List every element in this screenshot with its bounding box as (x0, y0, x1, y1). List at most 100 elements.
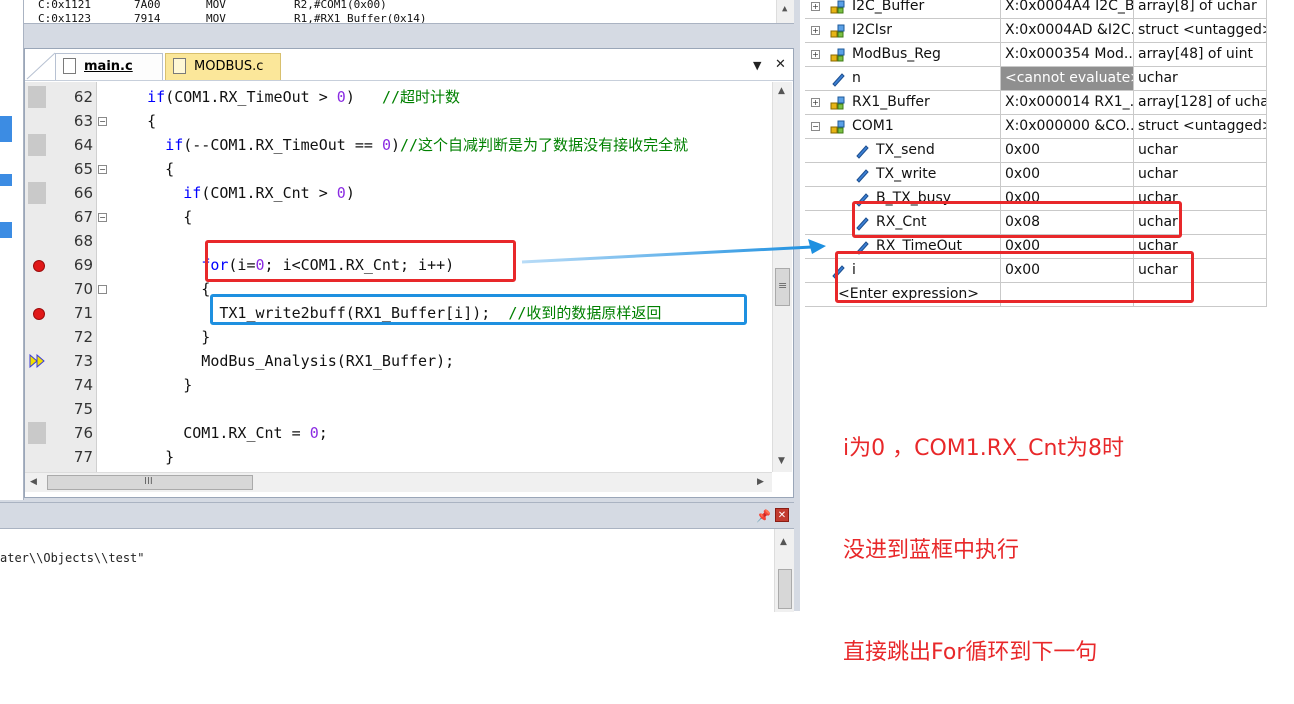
breakpoint-cell[interactable] (28, 182, 46, 204)
tab-dropdown-icon[interactable]: ▼ (753, 59, 761, 72)
code-line[interactable]: if(COM1.RX_TimeOut > 0) //超时计数 (111, 85, 460, 109)
gutter-row[interactable]: 72 (25, 325, 97, 349)
scroll-right-icon[interactable]: ▶ (757, 477, 764, 487)
expand-icon[interactable]: + (811, 50, 820, 59)
disassembly-line: C:0x1123 7914 MOV R1,#RX1_Buffer(0x14) (38, 12, 427, 24)
tab-main-c[interactable]: main.c (55, 53, 163, 80)
watch-row[interactable]: + I2C_Buffer X:0x0004A4 I2C_B...array[8] o… (805, 0, 1267, 19)
var-icon (856, 169, 869, 183)
fold-toggle-icon[interactable]: − (98, 117, 107, 126)
watch-row[interactable]: TX_write 0x00 uchar (805, 163, 1267, 187)
output-scrollbar[interactable]: ▲ (774, 529, 794, 612)
code-line[interactable]: { (111, 277, 210, 301)
close-icon[interactable]: ✕ (775, 508, 789, 522)
scroll-down-icon[interactable]: ▼ (778, 456, 785, 466)
highlight-for-loop-box (205, 240, 516, 282)
code-line[interactable]: { (111, 157, 174, 181)
expand-icon[interactable]: + (811, 98, 820, 107)
watch-row[interactable]: − COM1 X:0x000000 &CO... struct <untagged> (805, 115, 1267, 139)
scroll-thumb[interactable]: ≡ (775, 268, 790, 306)
watch-value[interactable]: X:0x0004A4 I2C_B... (1000, 0, 1133, 18)
code-line[interactable]: } (111, 373, 192, 397)
gutter-row[interactable]: 67 (25, 205, 97, 229)
watch-value[interactable]: X:0x000014 RX1_... (1000, 91, 1133, 114)
watch-value[interactable]: <cannot evaluate> (1000, 67, 1133, 90)
breakpoint-cell[interactable] (28, 134, 46, 156)
watch-name: ModBus_Reg (852, 46, 941, 62)
watch-row[interactable]: n <cannot evaluate> uchar (805, 67, 1267, 91)
close-icon[interactable]: ✕ (775, 57, 786, 72)
gutter-row[interactable]: 70 (25, 277, 97, 301)
side-strip-accent[interactable] (0, 222, 12, 238)
vertical-scrollbar[interactable]: ▲ ≡ ▼ (772, 82, 792, 472)
code-line[interactable]: if(--COM1.RX_TimeOut == 0)//这个自减判断是为了数据没… (111, 133, 688, 157)
gutter-row[interactable]: 64 (25, 133, 97, 157)
watch-value[interactable]: X:0x000354 Mod... (1000, 43, 1133, 66)
collapse-icon[interactable]: − (811, 122, 820, 131)
code-line[interactable]: { (111, 109, 156, 133)
line-number: 73 (73, 352, 93, 370)
horizontal-scrollbar[interactable]: ◀ III ▶ (25, 472, 772, 492)
gutter-row[interactable]: 63 (25, 109, 97, 133)
code-line[interactable]: } (111, 445, 174, 469)
code-line[interactable]: { (111, 205, 192, 229)
gutter-row[interactable]: 76 (25, 421, 97, 445)
watch-type: uchar (1133, 139, 1267, 162)
watch-row[interactable]: + I2CIsr X:0x0004AD &I2C... struct <untagge… (805, 19, 1267, 43)
code-line[interactable]: if(COM1.RX_Cnt > 0) (111, 181, 355, 205)
watch-value[interactable]: 0x00 (1000, 163, 1133, 186)
gutter-row[interactable]: 69 (25, 253, 97, 277)
line-number: 68 (73, 232, 93, 250)
watch-row[interactable]: + RX1_Buffer X:0x000014 RX1_... array[128] … (805, 91, 1267, 115)
fold-toggle-icon[interactable] (98, 285, 107, 294)
gutter-row[interactable]: 62 (25, 85, 97, 109)
breakpoint-icon[interactable] (33, 308, 45, 320)
pin-icon[interactable]: 📌 (756, 509, 771, 523)
expand-icon[interactable]: + (811, 26, 820, 35)
scroll-thumb[interactable]: III (47, 475, 253, 490)
breakpoint-cell[interactable] (28, 86, 46, 108)
scroll-left-icon[interactable]: ◀ (30, 477, 37, 487)
watch-value[interactable]: 0x00 (1000, 139, 1133, 162)
watch-name: COM1 (852, 118, 894, 134)
gutter-row[interactable]: 71 (25, 301, 97, 325)
disassembly-pane: C:0x1121 7A00 MOV R2,#COM1(0x00) C:0x112… (24, 0, 794, 24)
expand-icon[interactable]: + (811, 2, 820, 11)
breakpoint-cell[interactable] (28, 254, 46, 276)
watch-row[interactable]: TX_send 0x00 uchar (805, 139, 1267, 163)
watch-name: I2C_Buffer (852, 0, 925, 14)
breakpoint-cell[interactable] (28, 302, 46, 324)
scroll-up-icon[interactable]: ▲ (780, 537, 787, 547)
side-strip-accent[interactable] (0, 174, 12, 186)
annotation-line: 没进到蓝框中执行 (843, 538, 1020, 563)
scroll-thumb[interactable] (778, 569, 792, 609)
gutter-row[interactable]: 66 (25, 181, 97, 205)
breakpoint-cell[interactable] (28, 422, 46, 444)
annotation-line: 直接跳出For循环到下一句 (843, 640, 1098, 665)
file-icon (63, 58, 76, 74)
watch-type: uchar (1133, 67, 1267, 90)
side-strip-accent[interactable] (0, 116, 12, 142)
gutter-row[interactable]: 73 (25, 349, 97, 373)
line-number: 76 (73, 424, 93, 442)
code-line[interactable]: } (111, 325, 210, 349)
var-icon (832, 73, 845, 87)
code-line[interactable]: ModBus_Analysis(RX1_Buffer); (111, 349, 454, 373)
gutter-row[interactable]: 74 (25, 373, 97, 397)
fold-toggle-icon[interactable]: − (98, 165, 107, 174)
gutter-row[interactable]: 77 (25, 445, 97, 469)
gutter-row[interactable]: 65 (25, 157, 97, 181)
watch-value[interactable]: X:0x0004AD &I2C... (1000, 19, 1133, 42)
watch-type: struct <untagged> (1133, 115, 1267, 138)
tab-modbus-c[interactable]: MODBUS.c (165, 53, 281, 80)
line-number: 67 (73, 208, 93, 226)
fold-toggle-icon[interactable]: − (98, 213, 107, 222)
watch-value[interactable]: X:0x000000 &CO... (1000, 115, 1133, 138)
disassembly-scrollbar[interactable]: ▲ (776, 0, 794, 23)
breakpoint-icon[interactable] (33, 260, 45, 272)
code-line[interactable]: COM1.RX_Cnt = 0; (111, 421, 328, 445)
gutter-row[interactable]: 68 (25, 229, 97, 253)
watch-row[interactable]: + ModBus_Reg X:0x000354 Mod... array[48] of… (805, 43, 1267, 67)
scroll-up-icon[interactable]: ▲ (778, 86, 785, 96)
gutter-row[interactable]: 75 (25, 397, 97, 421)
